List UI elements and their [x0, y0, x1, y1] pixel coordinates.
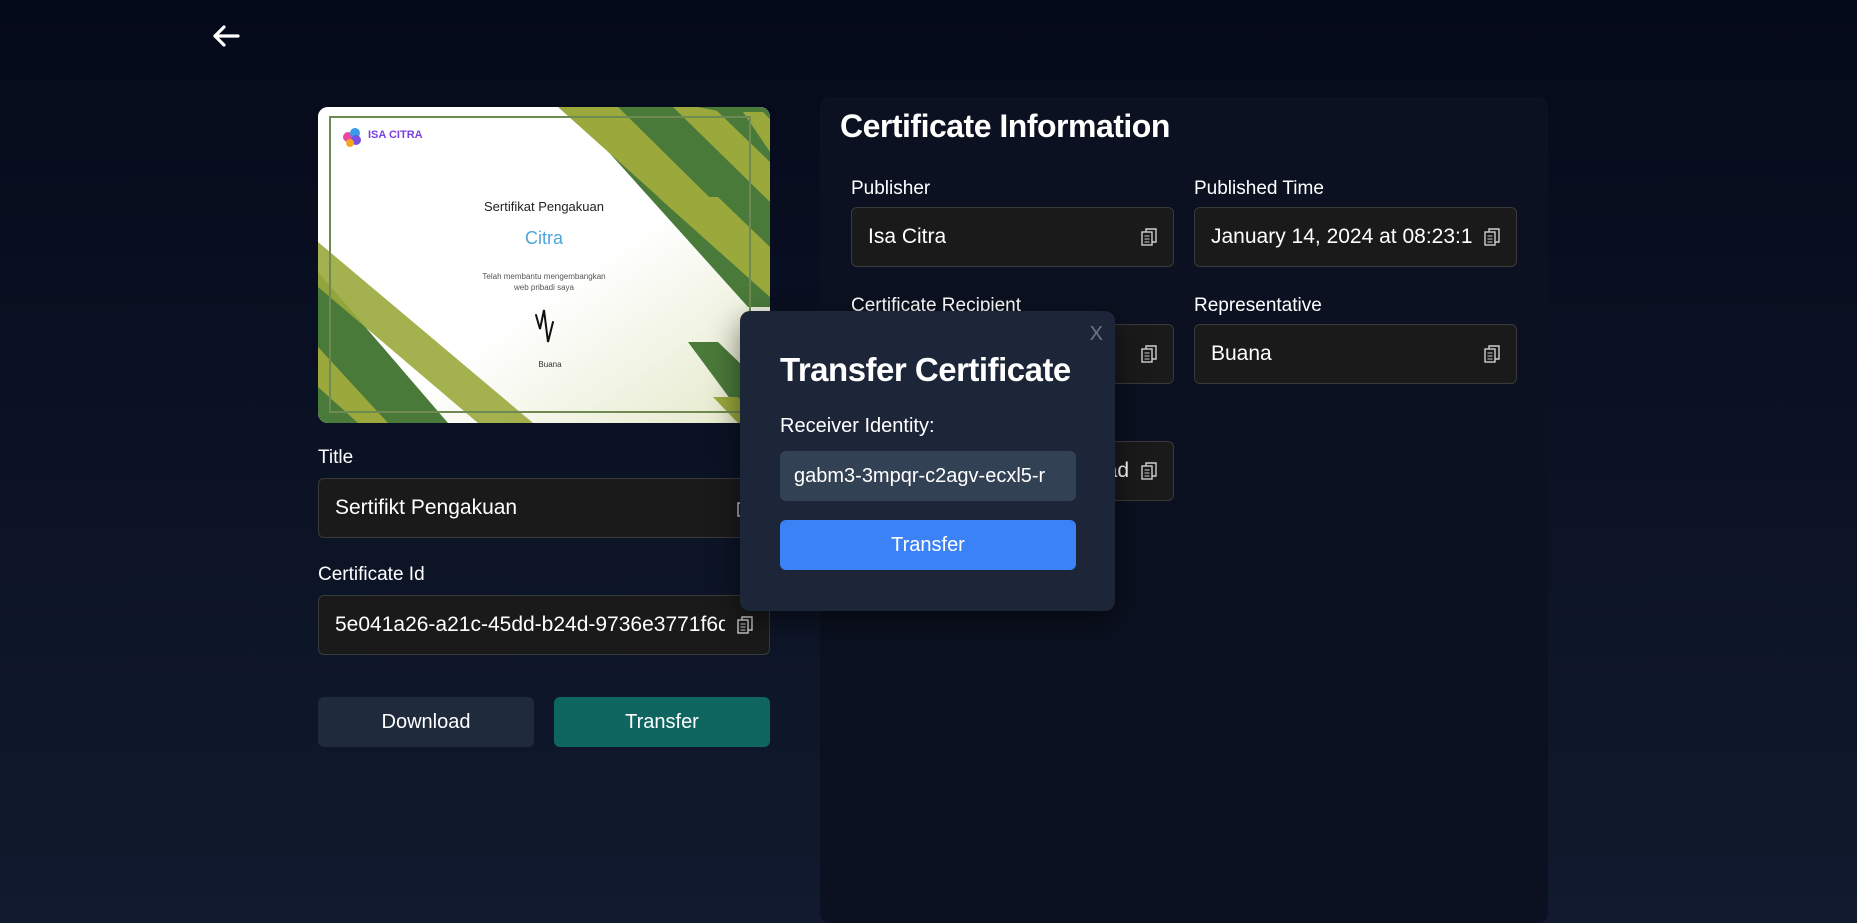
certificate-id-label: Certificate Id	[318, 564, 425, 585]
copy-icon[interactable]	[1141, 462, 1157, 480]
title-label: Title	[318, 447, 354, 468]
copy-icon[interactable]	[1141, 345, 1157, 363]
title-value: Sertifikt Pengakuan	[335, 496, 518, 519]
certificate-id-value: 5e041a26-a21c-45dd-b24d-9736e3771f6d	[335, 613, 725, 636]
published-time-field[interactable]: January 14, 2024 at 08:23:1	[1194, 207, 1517, 267]
copy-icon[interactable]	[737, 616, 753, 634]
publisher-label: Publisher	[851, 178, 931, 199]
cert-name-text: Citra	[525, 228, 564, 248]
receiver-identity-input[interactable]	[780, 451, 1076, 501]
cert-signer-text: Buana	[538, 360, 562, 369]
copy-icon[interactable]	[1141, 228, 1157, 246]
download-button[interactable]: Download	[318, 697, 534, 747]
cert-brand-text: ISA CITRA	[368, 129, 423, 141]
certificate-info-title: Certificate Information	[840, 108, 1170, 144]
cert-line2-text: web pribadi saya	[513, 283, 575, 292]
arrow-left-icon	[210, 25, 242, 56]
representative-value: Buana	[1211, 342, 1272, 365]
publisher-value: Isa Citra	[868, 225, 947, 248]
published-time-label: Published Time	[1194, 178, 1324, 199]
representative-field[interactable]: Buana	[1194, 324, 1517, 384]
publisher-field[interactable]: Isa Citra	[851, 207, 1174, 267]
modal-title: Transfer Certificate	[780, 351, 1071, 388]
receiver-identity-label: Receiver Identity:	[780, 415, 935, 437]
transfer-modal: X Transfer Certificate Receiver Identity…	[740, 311, 1115, 611]
copy-icon[interactable]	[1484, 345, 1500, 363]
close-icon[interactable]: X	[1090, 323, 1103, 346]
transfer-button[interactable]: Transfer	[554, 697, 770, 747]
representative-label: Representative	[1194, 295, 1322, 316]
published-time-value: January 14, 2024 at 08:23:1	[1211, 225, 1472, 248]
modal-transfer-button[interactable]: Transfer	[780, 520, 1076, 570]
certificate-id-field[interactable]: 5e041a26-a21c-45dd-b24d-9736e3771f6d	[318, 595, 770, 655]
cert-heading-text: Sertifikat Pengakuan	[484, 199, 604, 214]
cert-line1-text: Telah membantu mengembangkan	[482, 272, 605, 281]
copy-icon[interactable]	[1484, 228, 1500, 246]
title-field[interactable]: Sertifikt Pengakuan	[318, 478, 770, 538]
back-button[interactable]	[210, 20, 242, 52]
certificate-preview: ISA CITRA Sertifikat Pengakuan Citra Tel…	[318, 107, 770, 423]
